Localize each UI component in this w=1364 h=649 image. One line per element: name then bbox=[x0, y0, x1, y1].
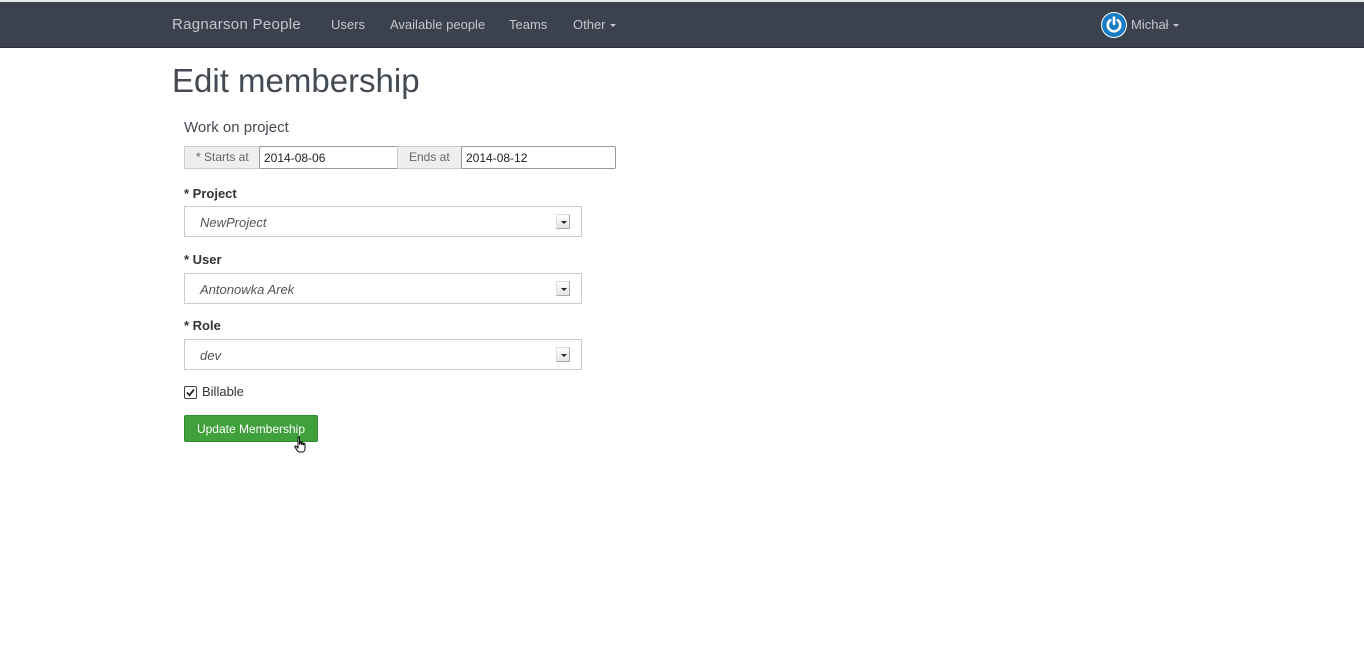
starts-at-label: * Starts at bbox=[184, 146, 260, 169]
caret-down-icon bbox=[609, 24, 616, 28]
power-logo-icon bbox=[1102, 13, 1126, 37]
navbar: Ragnarson People Users Available people … bbox=[0, 2, 1364, 48]
user-name: Michał bbox=[1131, 17, 1169, 32]
form-legend: Work on project bbox=[184, 119, 289, 136]
dropdown-arrow-icon bbox=[556, 347, 570, 362]
user-select-value: Antonowka Arek bbox=[200, 282, 295, 297]
billable-label: Billable bbox=[202, 384, 244, 399]
starts-at-input[interactable] bbox=[259, 146, 399, 169]
nav-dropdown-other[interactable]: Other bbox=[573, 17, 616, 32]
billable-checkbox[interactable] bbox=[184, 386, 197, 399]
caret-down-icon bbox=[1172, 24, 1179, 28]
user-select[interactable]: Antonowka Arek bbox=[184, 273, 582, 304]
nav-link-users[interactable]: Users bbox=[331, 17, 365, 32]
hand-cursor-icon bbox=[294, 436, 306, 453]
nav-dropdown-other-label: Other bbox=[573, 17, 606, 32]
checkmark-icon bbox=[186, 388, 195, 397]
page-title: Edit membership bbox=[172, 62, 420, 99]
dropdown-arrow-icon bbox=[556, 214, 570, 229]
ends-at-input[interactable] bbox=[461, 146, 616, 169]
nav-link-available-people[interactable]: Available people bbox=[390, 17, 485, 32]
user-label: * User bbox=[184, 252, 222, 267]
user-menu-label: Michał bbox=[1131, 17, 1179, 32]
role-label: * Role bbox=[184, 318, 221, 333]
role-select-value: dev bbox=[200, 348, 221, 363]
brand-link[interactable]: Ragnarson People bbox=[172, 16, 301, 33]
avatar bbox=[1101, 12, 1127, 38]
project-select-value: NewProject bbox=[200, 215, 267, 230]
role-select[interactable]: dev bbox=[184, 339, 582, 370]
dropdown-arrow-icon bbox=[556, 281, 570, 296]
ends-at-label: Ends at bbox=[397, 146, 462, 169]
project-label: * Project bbox=[184, 186, 237, 201]
project-select[interactable]: NewProject bbox=[184, 206, 582, 237]
nav-link-teams[interactable]: Teams bbox=[509, 17, 547, 32]
